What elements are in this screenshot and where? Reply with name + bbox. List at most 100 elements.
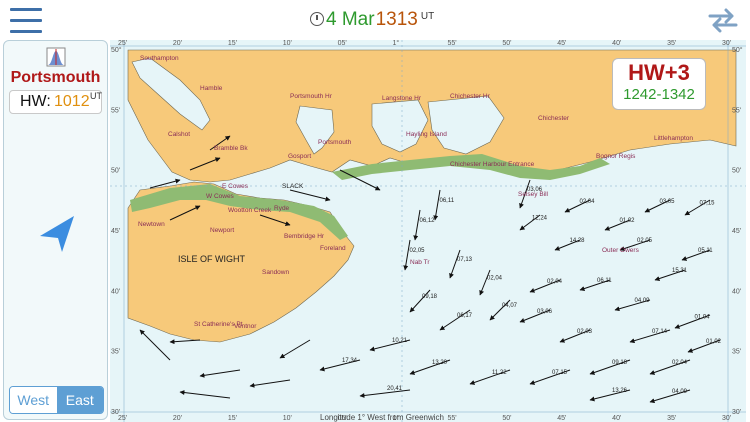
place-label: Calshot: [168, 131, 190, 138]
rate-label: 04,07: [502, 303, 518, 309]
clock-icon: [310, 12, 324, 26]
lat-tick-left: 30': [111, 409, 120, 416]
lat-tick-right: 45': [732, 228, 741, 235]
lon-tick-bottom: 30': [722, 415, 731, 422]
tide-offset-label: HW+3: [628, 60, 690, 85]
rate-label: 02,05: [410, 248, 426, 254]
rate-label: 03,06: [537, 309, 553, 315]
rate-label: 09,18: [422, 294, 438, 300]
lon-tick-bottom: 55': [447, 415, 456, 422]
lat-tick-right: 35': [732, 349, 741, 356]
rate-label: 03,06: [527, 187, 543, 193]
navigation-arrow-icon[interactable]: [38, 214, 76, 254]
rate-label: 02,04: [672, 360, 688, 366]
place-label: St Catherine's Pt: [194, 321, 243, 328]
rate-label: 06,12: [420, 218, 436, 224]
rate-label: 11,22: [492, 370, 507, 376]
place-label: ISLE OF WIGHT: [178, 254, 246, 264]
lon-tick-top: 25': [118, 40, 127, 47]
rate-label: 02,03: [577, 329, 593, 335]
lon-tick-bottom: 20': [173, 415, 182, 422]
place-label: Chichester: [538, 115, 570, 122]
lat-tick-right: 50': [732, 168, 741, 175]
rate-label: 06,17: [457, 313, 473, 319]
top-bar: 4 Mar 1313 UT: [0, 0, 750, 40]
place-label: W Cowes: [206, 193, 235, 200]
place-label: Chichester Hr: [450, 93, 491, 100]
rate-label: 09,18: [612, 360, 628, 366]
hw-time: 1012: [54, 93, 90, 110]
place-label: Gosport: [288, 153, 311, 160]
lon-tick-bottom: 45': [557, 415, 566, 422]
time-unit-label: UT: [420, 11, 435, 22]
rate-label: 04,09: [635, 298, 651, 304]
lat-tick-left: 40': [111, 288, 120, 295]
place-label: Portsmouth Hr: [290, 93, 333, 100]
lon-tick-top: 10': [283, 40, 292, 47]
rate-label: 13,26: [612, 388, 628, 394]
rate-label: 07,15: [700, 201, 716, 207]
port-name[interactable]: Portsmouth: [4, 69, 107, 87]
direction-toggle: West East: [9, 386, 104, 414]
tide-time-range: 1242-1342: [623, 86, 695, 103]
west-button[interactable]: West: [10, 387, 57, 413]
rate-label: 20,41: [387, 386, 403, 392]
rate-label: 10,21: [392, 338, 408, 344]
rate-label: 03,05: [660, 199, 676, 205]
lon-tick-bottom: 35': [667, 415, 676, 422]
lon-tick-top: 15': [228, 40, 237, 47]
rate-label: 06,11: [440, 198, 455, 204]
lat-tick-right: 30': [732, 409, 741, 416]
rate-label: 01,04: [695, 315, 711, 321]
lat-tick-right: 50°: [732, 46, 743, 54]
lon-tick-top: 20': [173, 40, 182, 47]
place-label: E Cowes: [222, 183, 249, 190]
rate-label: 01,02: [620, 218, 636, 224]
lat-tick-left: 45': [111, 228, 120, 235]
place-label: Nab Tr: [410, 259, 430, 266]
east-button[interactable]: East: [56, 387, 103, 413]
place-label: Hamble: [200, 85, 223, 92]
place-label: Portsmouth: [318, 139, 352, 146]
rate-label: 07,15: [552, 370, 568, 376]
place-label: Sandown: [262, 269, 289, 276]
side-panel: Portsmouth HW: 1012 UT West East: [3, 40, 108, 420]
rate-label: 06,11: [597, 278, 612, 284]
place-label: Foreland: [320, 245, 346, 252]
lat-tick-left: 50': [111, 168, 120, 175]
place-label: Hayling Island: [406, 131, 447, 138]
place-label: Bognor Regis: [596, 153, 636, 160]
lon-tick-bottom: 10': [283, 415, 292, 422]
tide-curve-icon[interactable]: [46, 47, 66, 67]
lon-tick-top: 45': [557, 40, 566, 47]
menu-icon[interactable]: [8, 6, 44, 36]
date-label: 4 Mar: [326, 9, 375, 30]
lon-tick-bottom: 25': [118, 415, 127, 422]
longitude-caption: Longitude 1° West from Greenwich: [320, 413, 444, 422]
rate-label: 12,24: [532, 216, 548, 222]
lon-tick-top: 30': [722, 40, 731, 47]
rate-label: 13,20: [432, 360, 448, 366]
lat-tick-left: 35': [111, 349, 120, 356]
rate-label: 07,13: [457, 257, 473, 263]
datetime-display[interactable]: 4 Mar 1313 UT: [310, 9, 434, 33]
lat-tick-left: 50°: [111, 46, 122, 54]
rate-label: 17,34: [342, 358, 358, 364]
place-label: Littlehampton: [654, 135, 693, 142]
lon-tick-top: 40': [612, 40, 621, 47]
rate-label: 02,05: [637, 238, 653, 244]
lon-tick-top: 35': [667, 40, 676, 47]
place-label: Newport: [210, 227, 234, 234]
place-label: Chichester Harbour Entrance: [450, 161, 535, 168]
tide-offset-overlay[interactable]: HW+3 1242-1342: [612, 58, 706, 110]
rate-label: 04,09: [672, 389, 688, 395]
lon-tick-top: 05': [338, 40, 347, 47]
place-label: Southampton: [140, 55, 179, 62]
place-label: Wootton Creek: [228, 207, 272, 214]
high-water-box[interactable]: HW: 1012 UT: [9, 90, 102, 114]
place-label: Bembridge Hr: [284, 233, 325, 240]
swap-icon[interactable]: [706, 7, 740, 33]
lon-tick-top: 55': [447, 40, 456, 47]
rate-label: 01,02: [706, 339, 722, 345]
rate-label: 07,14: [652, 329, 668, 335]
